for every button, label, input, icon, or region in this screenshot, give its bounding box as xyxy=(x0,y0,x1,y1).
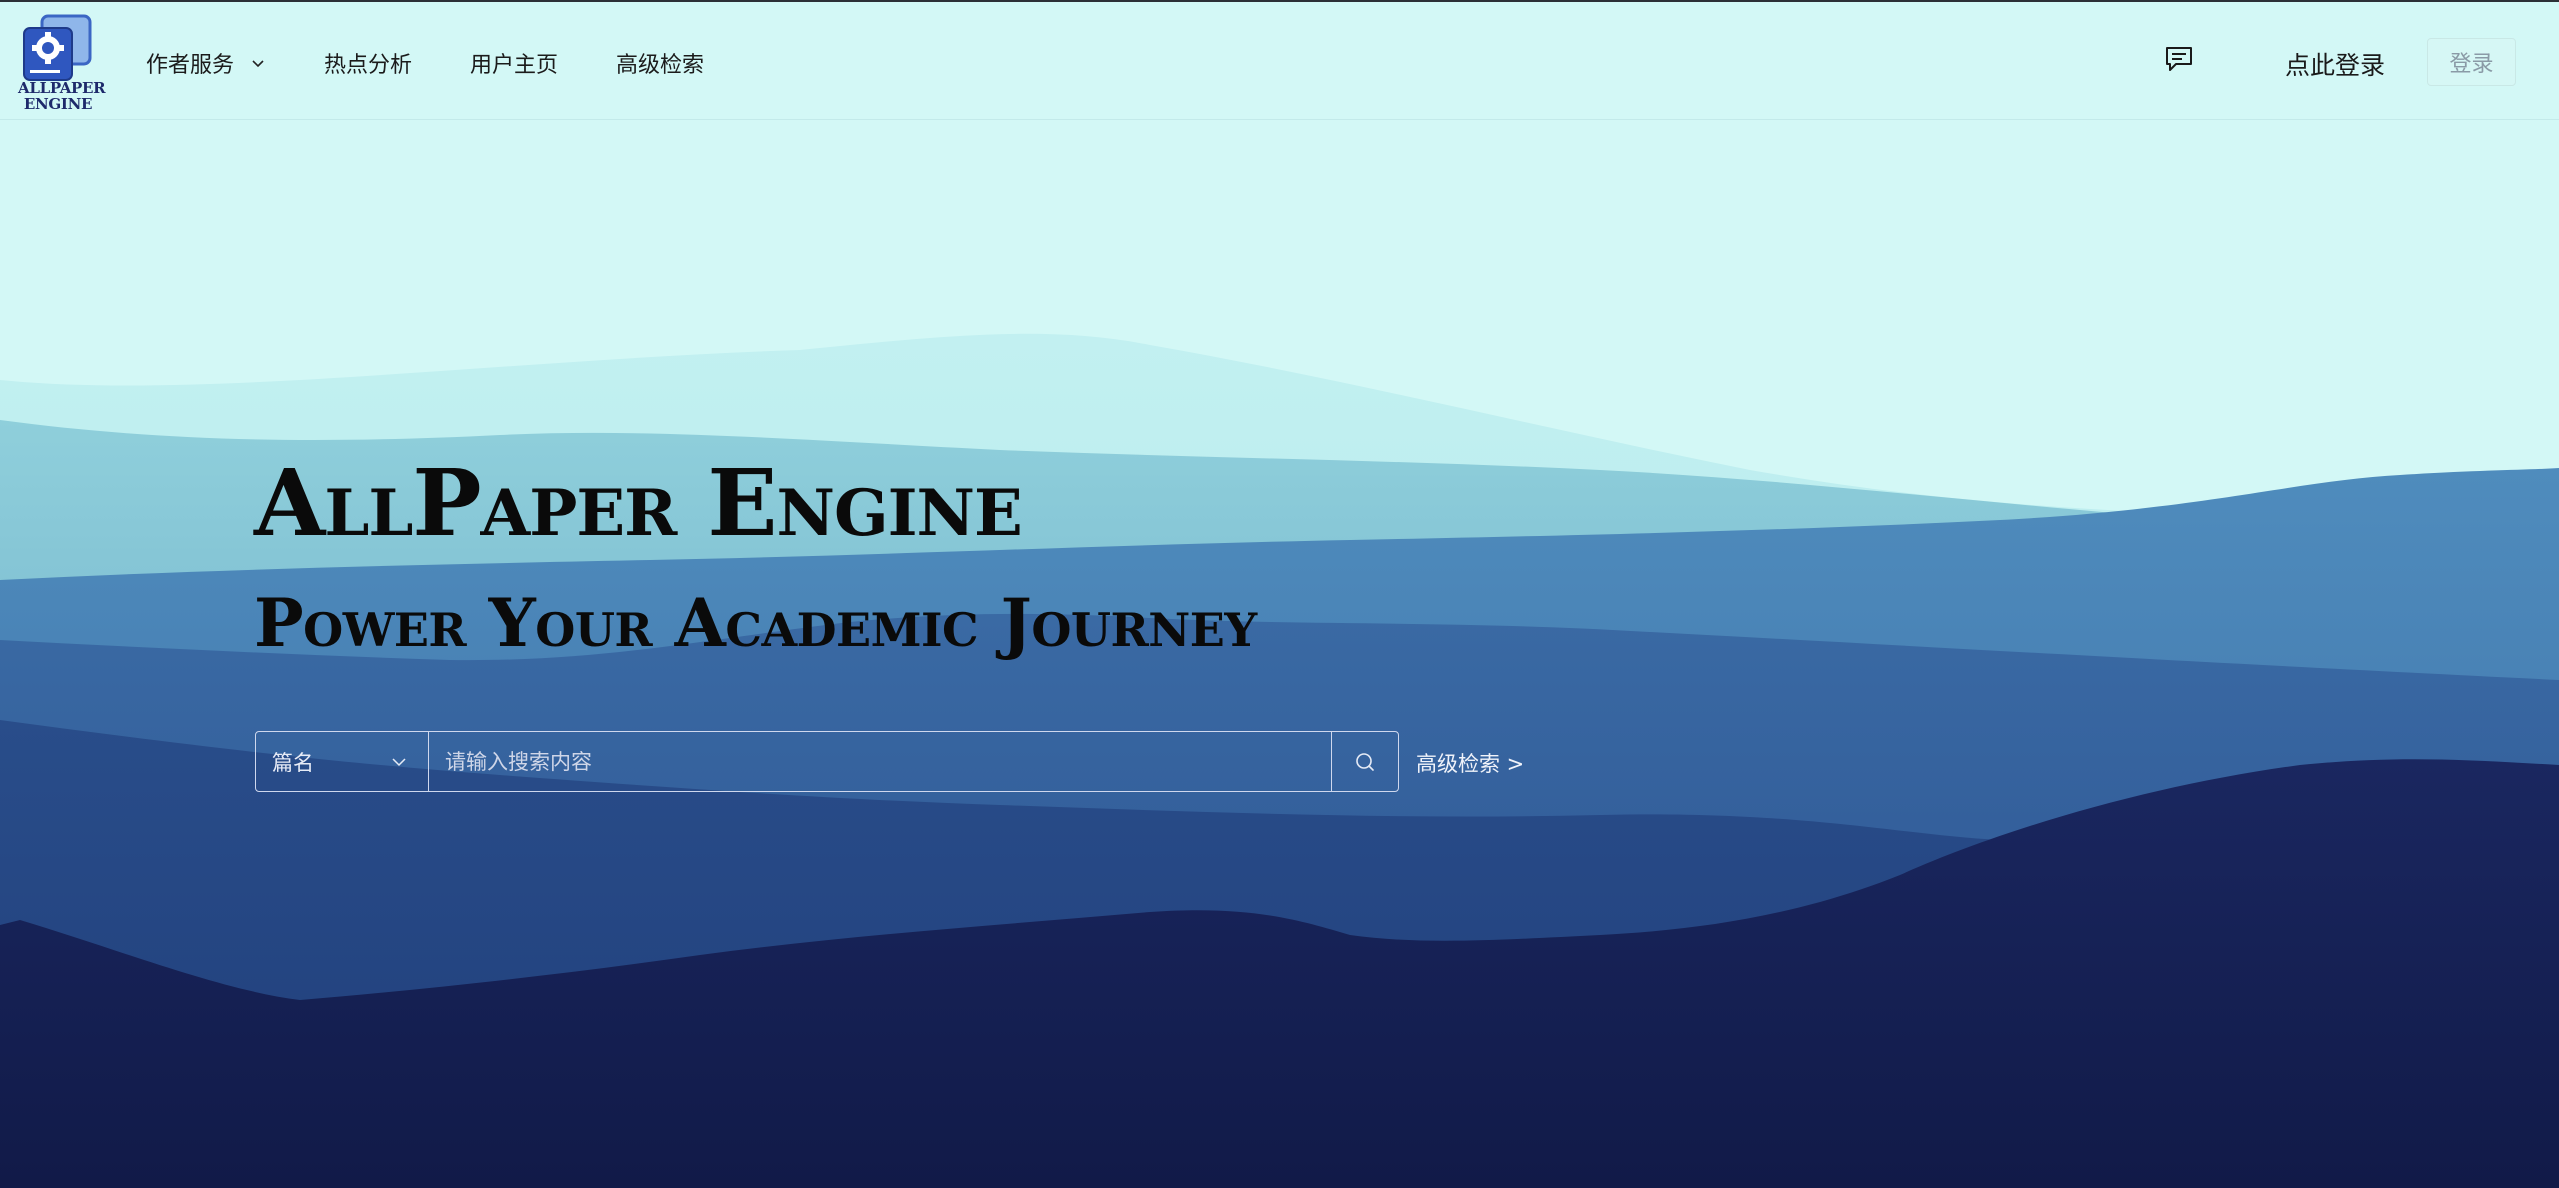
site-logo[interactable]: ALLPAPER ENGINE xyxy=(18,14,106,118)
login-button[interactable]: 登录 xyxy=(2427,38,2516,86)
chevron-down-icon xyxy=(252,60,264,68)
advanced-search-link[interactable]: 高级检索 > xyxy=(1416,748,1524,778)
top-header: ALLPAPER ENGINE 作者服务 热点分析 用户主页 高级检索 点此登录… xyxy=(0,2,2559,120)
logo-text: ALLPAPER ENGINE xyxy=(18,79,106,113)
nav-item-label: 高级检索 xyxy=(616,53,705,78)
logo-text-line2: ENGINE xyxy=(23,95,93,113)
nav-item-label: 热点分析 xyxy=(324,53,413,78)
main-nav: 作者服务 热点分析 用户主页 高级检索 xyxy=(146,46,762,80)
logo-text-line1: ALLPAPER xyxy=(18,79,106,97)
search-field-select[interactable]: 篇名 xyxy=(256,732,429,791)
search-bar: 篇名 xyxy=(255,731,1399,792)
logo-gear-icon xyxy=(23,14,92,81)
hero-subtitle: Power Your Academic Journey xyxy=(254,584,1257,662)
nav-item-label: 作者服务 xyxy=(146,53,235,78)
search-input[interactable] xyxy=(429,732,1331,791)
nav-item-hot-analysis[interactable]: 热点分析 xyxy=(324,46,412,80)
search-button[interactable] xyxy=(1331,732,1398,791)
chevron-down-icon xyxy=(392,757,406,766)
login-link[interactable]: 点此登录 xyxy=(2285,46,2385,82)
nav-item-author-services[interactable]: 作者服务 xyxy=(146,46,266,80)
search-icon xyxy=(1356,752,1374,771)
nav-item-label: 用户主页 xyxy=(470,53,559,78)
hero-title: AllPaper Engine xyxy=(254,449,1023,557)
search-field-select-value: 篇名 xyxy=(272,750,314,775)
nav-item-advanced-search[interactable]: 高级检索 xyxy=(616,46,704,80)
nav-item-user-home[interactable]: 用户主页 xyxy=(470,46,558,80)
message-icon[interactable] xyxy=(2164,44,2194,74)
